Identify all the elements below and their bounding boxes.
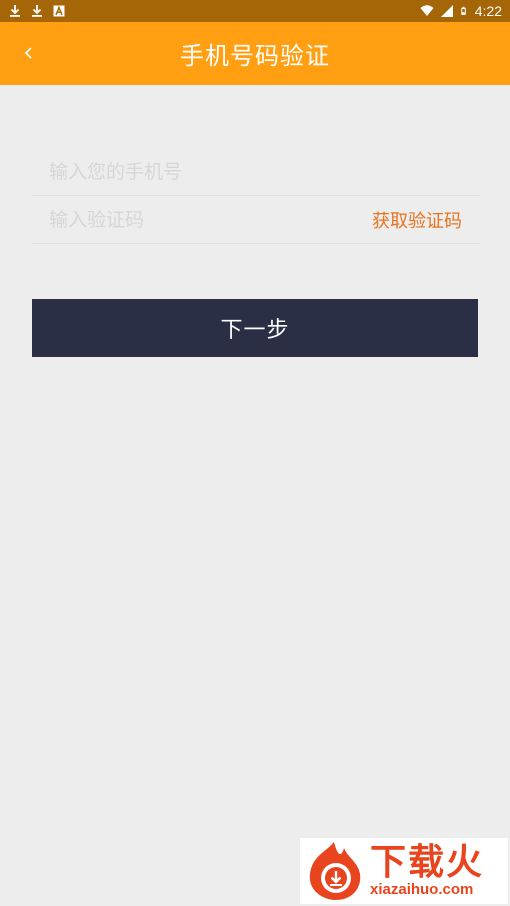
page-title: 手机号码验证 <box>180 42 330 70</box>
back-button[interactable] <box>12 36 46 70</box>
watermark-logo: 下载火 xiazaihuo.com <box>300 838 508 904</box>
download-icon <box>10 5 20 17</box>
watermark-name-cn: 下载火 <box>370 842 485 883</box>
status-time: 4:22 <box>474 3 502 19</box>
download-icon <box>32 5 42 17</box>
chevron-left-icon <box>24 47 32 59</box>
verification-code-input[interactable] <box>32 199 349 240</box>
flame-logo-icon <box>309 842 361 900</box>
status-bar: 4:22 <box>0 0 510 22</box>
get-code-button[interactable]: 获取验证码 <box>372 207 462 233</box>
phone-verification-screen: 4:22 手机号码验证 获取验证码 下一步 下载火 xiazai <box>0 0 510 906</box>
code-field-row: 获取验证码 <box>32 196 480 244</box>
phone-field-row <box>32 148 480 196</box>
cell-signal-icon <box>440 5 453 17</box>
battery-icon <box>461 6 466 15</box>
wifi-icon <box>420 5 434 16</box>
app-bar: 手机号码验证 <box>0 22 510 85</box>
verification-form: 获取验证码 <box>32 148 480 244</box>
a-box-icon <box>53 5 65 17</box>
phone-input[interactable] <box>32 151 349 192</box>
watermark-name-en: xiazaihuo.com <box>370 881 474 898</box>
next-step-button[interactable]: 下一步 <box>32 299 478 357</box>
watermark-text: 下载火 xiazaihuo.com <box>370 844 484 898</box>
status-left-icons <box>8 4 66 18</box>
status-right-icons: 4:22 <box>420 3 502 19</box>
